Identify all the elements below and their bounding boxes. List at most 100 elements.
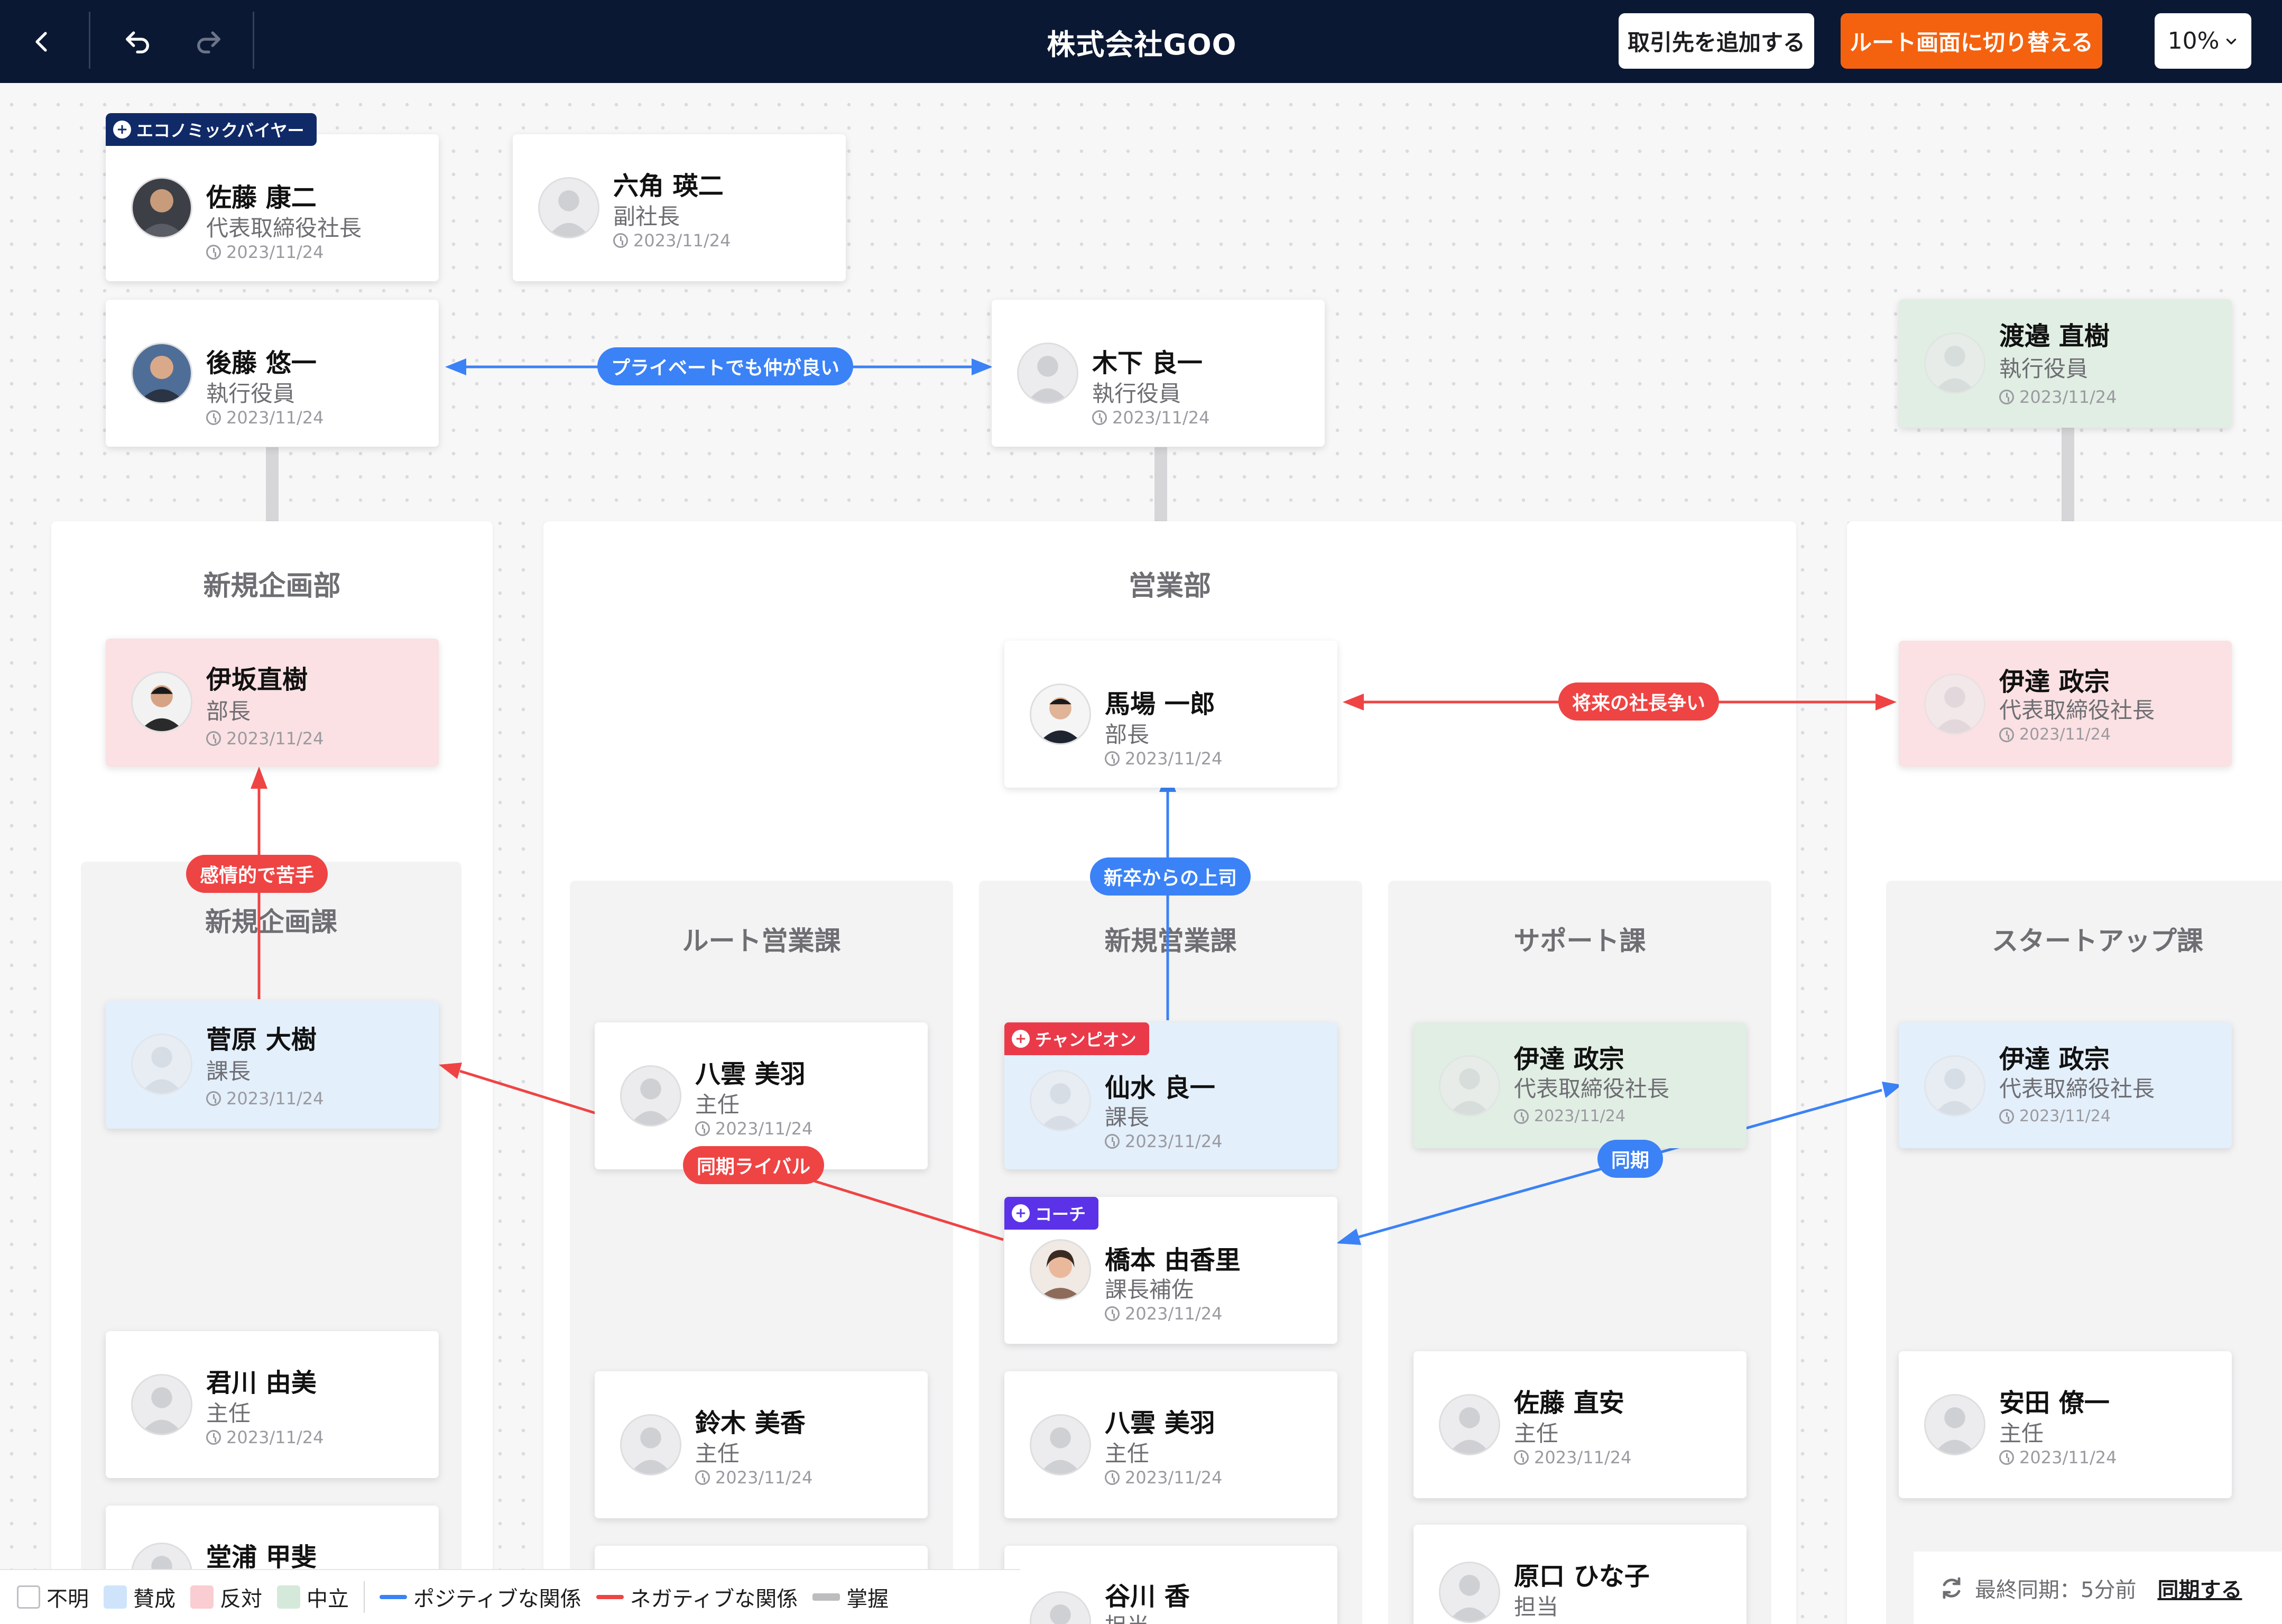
avatar (1439, 1394, 1500, 1455)
person-name: 後藤 悠一 (206, 348, 317, 378)
person-card[interactable]: 木下 良一 執行役員 2023/11/24 (992, 300, 1325, 447)
avatar (131, 1374, 192, 1435)
line-negative (596, 1595, 624, 1599)
person-role: 代表取締役社長 (1514, 1076, 1670, 1102)
clock-icon (613, 233, 628, 248)
clock-icon (206, 1430, 221, 1445)
person-role: 課長 (1105, 1104, 1150, 1130)
avatar (1439, 1055, 1500, 1116)
last-sync-text: 最終同期：5分前 (1975, 1577, 2137, 1602)
person-card[interactable]: 菅原 大樹 課長 2023/11/24 (106, 1001, 439, 1129)
person-role: 執行役員 (206, 381, 295, 407)
person-card[interactable]: 伊坂直樹 部長 2023/11/24 (106, 639, 439, 767)
person-card[interactable]: 佐藤 直安 主任 2023/11/24 (1413, 1351, 1747, 1498)
person-role: 主任 (695, 1441, 740, 1466)
swatch-pro (104, 1585, 127, 1609)
person-card[interactable]: + チャンピオン 仙水 良一 課長 2023/11/24 (1004, 1022, 1337, 1169)
person-card[interactable]: + コーチ 橋本 由香里 課長補佐 2023/11/24 (1004, 1197, 1337, 1344)
toolbar-divider (253, 12, 254, 69)
person-card[interactable]: 六角 瑛二 副社長 2023/11/24 (513, 134, 846, 281)
chevron-left-icon (35, 31, 47, 52)
champion-tag: + チャンピオン (1004, 1022, 1149, 1055)
person-updated: 2023/11/24 (1105, 1468, 1222, 1488)
person-name: 安田 僚一 (1999, 1388, 2110, 1418)
relation-label-boss[interactable]: 新卒からの上司 (1090, 857, 1251, 896)
zoom-select[interactable]: 10% (2155, 13, 2251, 69)
toolbar-divider (89, 12, 90, 69)
switch-view-button[interactable]: ルート画面に切り替える (1841, 13, 2102, 69)
section-title: スタートアップ課 (1992, 926, 2203, 956)
person-card[interactable]: 八雲 美羽 主任 2023/11/24 (1004, 1371, 1337, 1518)
person-role: 代表取締役社長 (1999, 1076, 2155, 1102)
person-updated: 2023/11/24 (1105, 1304, 1222, 1324)
person-card[interactable]: 谷川 香 担当 (1004, 1546, 1337, 1624)
person-role: 代表取締役社長 (1999, 697, 2155, 723)
person-card[interactable]: 安田 僚一 主任 2023/11/24 (1899, 1351, 2232, 1498)
sync-now-link[interactable]: 同期する (2157, 1573, 2242, 1603)
person-card[interactable]: 伊達 政宗 代表取締役社長 2023/11/24 (1899, 641, 2232, 767)
relation-label-emotional[interactable]: 感情的で苦手 (186, 855, 328, 893)
person-name: 菅原 大樹 (206, 1025, 317, 1055)
person-card[interactable]: 君川 由美 主任 2023/11/24 (106, 1331, 439, 1478)
chevron-down-icon (2226, 38, 2237, 44)
clock-icon (1105, 1306, 1120, 1321)
department-title: 新規企画部 (203, 570, 341, 602)
person-card[interactable]: 原口 ひな子 担当 (1413, 1525, 1747, 1624)
avatar (1030, 684, 1091, 745)
clock-icon (695, 1121, 710, 1136)
undo-button[interactable] (111, 0, 164, 83)
person-card[interactable]: + エコノミックバイヤー 佐藤 康二 代表取締役社長 2023/11/24 (106, 113, 439, 281)
plus-icon: + (1012, 1030, 1030, 1048)
person-name: 佐藤 直安 (1514, 1388, 1624, 1418)
person-name: 仙水 良一 (1105, 1073, 1215, 1103)
person-updated: 2023/11/24 (1999, 1447, 2117, 1468)
org-connector (1154, 447, 1167, 521)
avatar (538, 177, 599, 238)
person-name: 鈴木 美香 (695, 1408, 806, 1438)
legend-divider (364, 1581, 365, 1613)
undo-icon (126, 31, 149, 53)
relation-label-same-year[interactable]: 同期 (1597, 1140, 1664, 1178)
person-card[interactable]: 伊達 政宗 代表取締役社長 2023/11/24 (1899, 1022, 2232, 1148)
person-card[interactable]: 鈴木 美香 主任 2023/11/24 (595, 1371, 928, 1518)
line-grasp (812, 1593, 840, 1601)
avatar (1030, 1414, 1091, 1475)
person-name: 伊達 政宗 (1999, 1045, 2110, 1074)
person-role: 担当 (1105, 1608, 1149, 1624)
clock-icon (695, 1470, 710, 1485)
relation-label-rival-same[interactable]: 同期ライバル (683, 1146, 825, 1184)
clock-icon (1999, 727, 2014, 742)
clock-icon (1999, 1109, 2014, 1124)
sync-status: 最終同期：5分前 同期する (1914, 1552, 2282, 1624)
person-card[interactable]: 後藤 悠一 執行役員 2023/11/24 (106, 300, 439, 447)
department-title: 営業部 (1128, 570, 1211, 602)
person-role: 副社長 (613, 204, 680, 229)
person-updated: 2023/11/24 (1105, 1131, 1222, 1151)
person-updated: 2023/11/24 (1999, 387, 2117, 407)
person-name: 君川 由美 (206, 1368, 317, 1398)
clock-icon (1105, 751, 1120, 766)
coach-tag: + コーチ (1004, 1197, 1099, 1230)
person-name: 馬場 一郎 (1105, 689, 1215, 719)
section-title: 新規営業課 (1104, 926, 1237, 956)
legend-negative: ネガティブな関係 (596, 1582, 798, 1612)
person-name: 堂浦 甲斐 (206, 1543, 317, 1572)
person-card[interactable]: 馬場 一郎 部長 2023/11/24 (1004, 641, 1337, 788)
person-role: 課長補佐 (1105, 1277, 1194, 1303)
avatar (1030, 1239, 1091, 1300)
person-role: 課長 (206, 1058, 251, 1084)
add-client-button[interactable]: 取引先を追加する (1619, 13, 1814, 69)
section-title: 新規企画課 (205, 907, 337, 937)
relation-label-private[interactable]: プライベートでも仲が良い (597, 347, 854, 385)
back-button[interactable] (16, 0, 69, 83)
avatar (1924, 333, 1985, 394)
avatar (1924, 1394, 1985, 1455)
relation-label-rival-future[interactable]: 将来の社長争い (1558, 682, 1720, 721)
person-name: 六角 瑛二 (613, 171, 724, 201)
person-name: 谷川 香 (1105, 1582, 1190, 1611)
person-card[interactable]: 伊達 政宗 代表取締役社長 2023/11/24 (1413, 1022, 1747, 1148)
person-card[interactable]: 渡邉 直樹 執行役員 2023/11/24 (1899, 299, 2232, 428)
redo-button[interactable] (182, 0, 235, 83)
person-name: 原口 ひな子 (1514, 1562, 1650, 1591)
legend-bar: 不明 賛成 反対 中立 ポジティブな関係 ネガティブな関係 掌握 (0, 1569, 1020, 1624)
